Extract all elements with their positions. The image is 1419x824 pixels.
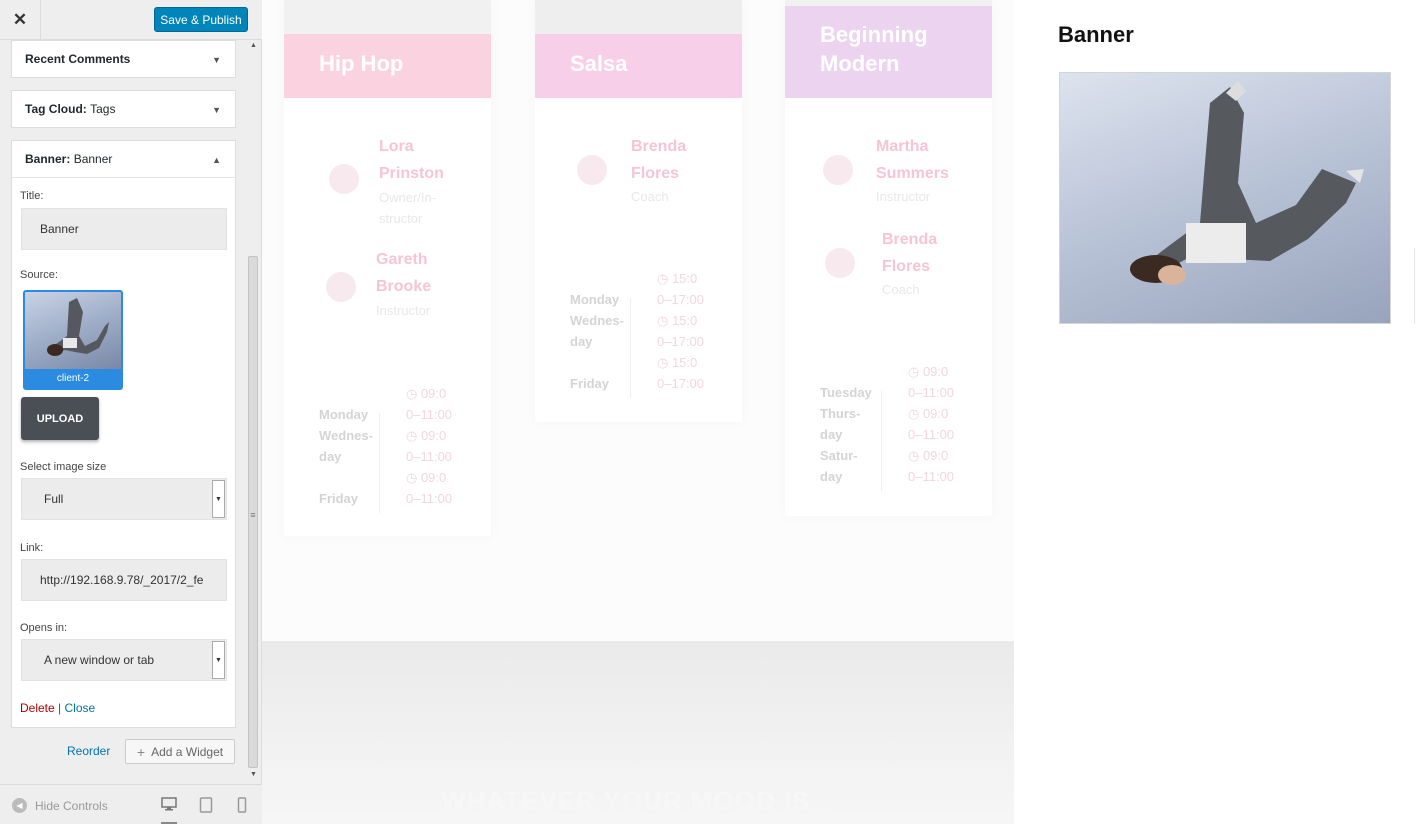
class-title-line: Modern bbox=[820, 51, 900, 76]
avatar bbox=[329, 164, 359, 194]
schedule-days: Monday Wednes-day Friday bbox=[319, 407, 373, 506]
instructor-role: Instructor bbox=[376, 303, 431, 318]
class-card-salsa: Salsa Brenda Flores Coach Monday Wednes-da… bbox=[535, 0, 742, 422]
opens-in-select[interactable]: A new window or tab ▼ bbox=[21, 639, 227, 681]
widget-banner[interactable]: Banner: Banner ▲ bbox=[11, 140, 236, 178]
widget-tag-cloud[interactable]: Tag Cloud: Tags ▼ bbox=[11, 90, 236, 128]
instructor-name: Martha Summers bbox=[876, 138, 949, 182]
mobile-preview-icon[interactable] bbox=[236, 797, 252, 813]
class-title: Beginning Modern bbox=[785, 6, 992, 98]
hide-controls-label: Hide Controls bbox=[35, 798, 108, 813]
class-title: Salsa bbox=[535, 34, 742, 98]
class-photo bbox=[284, 0, 491, 34]
hero-heading: WHATEVER YOUR MOOD IS... bbox=[440, 786, 836, 816]
dancer-image bbox=[25, 292, 121, 369]
instructor-name: Brenda Flores bbox=[882, 231, 938, 275]
schedule-days: Tuesday Thurs-day Satur-day bbox=[820, 385, 872, 484]
hide-controls-button[interactable]: ◀ Hide Controls bbox=[12, 798, 108, 813]
opens-in-label: Opens in: bbox=[20, 622, 68, 634]
banner-image[interactable] bbox=[1059, 72, 1391, 324]
widget-instance-title: Tags bbox=[90, 102, 116, 116]
class-title: Hip Hop bbox=[284, 34, 491, 98]
image-size-value: Full bbox=[44, 492, 64, 506]
scroll-down-arrow-icon[interactable]: ▼ bbox=[250, 771, 257, 778]
collapse-arrow-icon: ◀ bbox=[12, 798, 27, 813]
avatar bbox=[825, 248, 855, 278]
opens-in-value: A new window or tab bbox=[44, 653, 155, 667]
divider bbox=[630, 298, 631, 398]
source-label: Source: bbox=[20, 269, 58, 281]
avatar bbox=[823, 155, 853, 185]
avatar bbox=[326, 272, 356, 302]
link-input[interactable]: http://192.168.9.78/_2017/2_fe bbox=[21, 559, 227, 601]
class-photo bbox=[535, 0, 742, 34]
divider bbox=[881, 391, 882, 491]
reorder-link[interactable]: Reorder bbox=[67, 744, 110, 758]
close-icon[interactable]: ✕ bbox=[0, 0, 41, 40]
hero-section: WHATEVER YOUR MOOD IS... bbox=[262, 641, 1014, 824]
widget-title: Banner: bbox=[25, 152, 71, 166]
scroll-up-arrow-icon[interactable]: ▲ bbox=[250, 42, 257, 49]
widget-title: Tag Cloud: bbox=[25, 102, 87, 116]
save-publish-button[interactable]: Save & Publish bbox=[154, 7, 248, 32]
class-title-line: Salsa bbox=[570, 51, 628, 76]
class-card-hip-hop: Hip Hop Lora Prinston Owner/In-structor G… bbox=[284, 0, 491, 536]
customizer-footer: ◀ Hide Controls bbox=[0, 784, 262, 824]
title-input[interactable]: Banner bbox=[21, 208, 227, 250]
action-separator: | bbox=[58, 701, 62, 715]
customizer-header: ✕ Save & Publish bbox=[0, 0, 262, 40]
instructor-role: Coach bbox=[631, 189, 669, 204]
image-size-select[interactable]: Full ▼ bbox=[21, 478, 227, 520]
class-card-beginning-modern: Beginning Modern Martha Summers Instructo… bbox=[785, 0, 992, 516]
widget-title: Recent Comments bbox=[25, 52, 131, 66]
class-title-line: Hip Hop bbox=[319, 51, 404, 76]
chevron-up-icon[interactable]: ▲ bbox=[212, 155, 221, 165]
banner-widget-form: Title: Banner Source: client-2 UPLOAD Se… bbox=[11, 178, 236, 728]
instructor-role: Owner/In-structor bbox=[379, 190, 437, 226]
dropdown-arrow-icon[interactable]: ▼ bbox=[212, 480, 225, 518]
widget-actions: Delete | Close bbox=[20, 701, 95, 715]
source-image-thumbnail[interactable]: client-2 bbox=[23, 290, 123, 390]
dropdown-arrow-icon[interactable]: ▼ bbox=[212, 641, 225, 679]
divider bbox=[379, 413, 380, 513]
close-link[interactable]: Close bbox=[65, 701, 96, 715]
chevron-down-icon[interactable]: ▼ bbox=[212, 55, 221, 65]
banner-widget-heading: Banner bbox=[1058, 22, 1134, 47]
link-label: Link: bbox=[20, 542, 44, 554]
add-widget-button[interactable]: + Add a Widget bbox=[125, 739, 235, 764]
schedule-days: Monday Wednes-day Friday bbox=[570, 292, 624, 391]
scrollbar-thumb[interactable]: ≡ bbox=[248, 256, 258, 768]
schedule-times: ◷ 09:0 0–11:00 ◷ 09:0 0–11:00 ◷ 09:0 0–11:00 bbox=[908, 364, 955, 484]
widget-instance-title: Banner bbox=[73, 152, 113, 166]
tablet-preview-icon[interactable] bbox=[199, 797, 215, 813]
avatar bbox=[577, 155, 607, 185]
image-size-label: Select image size bbox=[20, 461, 107, 473]
chevron-down-icon[interactable]: ▼ bbox=[212, 105, 221, 115]
grip-icon: ≡ bbox=[250, 510, 256, 520]
schedule-times: ◷ 09:0 0–11:00 ◷ 09:0 0–11:00 ◷ 09:0 0–11:00 bbox=[406, 386, 453, 506]
widget-recent-comments[interactable]: Recent Comments ▼ bbox=[11, 40, 236, 78]
classes-section: Hip Hop Lora Prinston Owner/In-structor G… bbox=[262, 0, 1014, 824]
desktop-preview-icon[interactable] bbox=[161, 797, 177, 824]
instructor-name: Gareth Brooke bbox=[376, 251, 432, 295]
delete-link[interactable]: Delete bbox=[20, 701, 55, 715]
title-label: Title: bbox=[20, 190, 44, 202]
instructor-name: Brenda Flores bbox=[631, 138, 687, 182]
thumbnail-caption: client-2 bbox=[25, 369, 121, 388]
class-title-line: Beginning bbox=[820, 22, 928, 47]
schedule-times: ◷ 15:0 0–17:00 ◷ 15:0 0–17:00 ◷ 15:0 0–17:00 bbox=[657, 271, 704, 391]
add-widget-label: Add a Widget bbox=[151, 744, 224, 759]
site-preview: Hip Hop Lora Prinston Owner/In-structor G… bbox=[262, 0, 1419, 824]
resize-edge bbox=[1414, 248, 1419, 324]
plus-icon: + bbox=[136, 743, 146, 760]
instructor-role: Coach bbox=[882, 282, 920, 297]
panel-scrollbar[interactable]: ▲ ≡ ▼ bbox=[246, 40, 260, 784]
upload-button[interactable]: UPLOAD bbox=[21, 397, 99, 440]
widget-panel: Recent Comments ▼ Tag Cloud: Tags ▼ Bann… bbox=[11, 40, 236, 784]
customizer-app: ✕ Save & Publish Recent Comments ▼ Tag C… bbox=[0, 0, 1419, 824]
customizer-sidebar: ✕ Save & Publish Recent Comments ▼ Tag C… bbox=[0, 0, 262, 824]
instructor-name: Lora Prinston bbox=[379, 138, 444, 182]
instructor-role: Instructor bbox=[876, 189, 931, 204]
